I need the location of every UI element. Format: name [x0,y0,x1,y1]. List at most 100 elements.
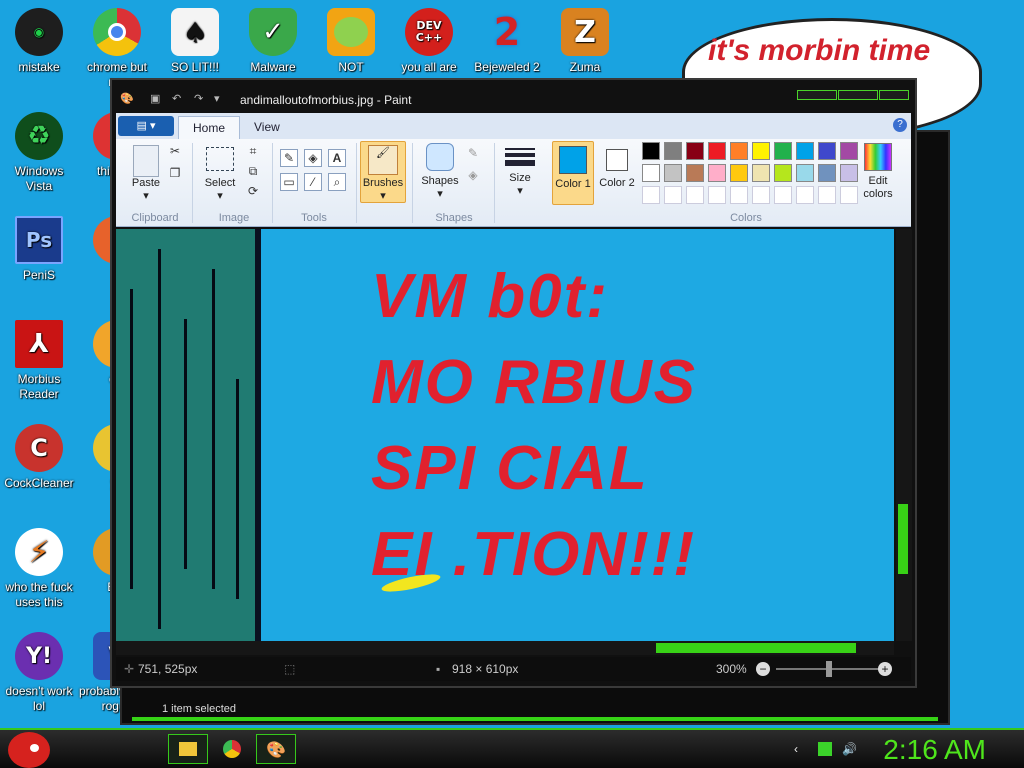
palette-swatch[interactable] [686,164,704,182]
palette-swatch[interactable] [840,186,858,204]
desktop-icon-cockcleaner[interactable]: C CockCleaner [0,424,78,491]
outline-icon[interactable]: ✎ [464,145,482,163]
magnifier-icon[interactable]: ⌕ [328,173,346,191]
cut-icon[interactable]: ✂ [166,143,184,161]
paint-menu-button[interactable]: ▤ ▾ [118,116,174,136]
image-dimensions: 918 × 610px [452,662,519,676]
desktop-icon-mistake[interactable]: ◉ mistake [0,8,78,75]
canvas-text-line-2: MO RBIUS [371,348,697,417]
palette-swatch[interactable] [752,186,770,204]
resize-icon[interactable]: ⧉ [244,163,262,181]
fill-bucket-icon[interactable]: ◈ [304,149,322,167]
desktop-icon-who-uses-this[interactable]: ⚡ who the fuck uses this [0,528,78,610]
tab-home[interactable]: Home [178,116,241,139]
show-hidden-icons[interactable]: ‹ [794,742,808,756]
taskbar-paint-button[interactable]: 🎨 [256,734,296,764]
desktop-icon-zuma[interactable]: Z Zuma [546,8,624,75]
paint-window[interactable]: 🎨 ▣ ↶ ↷ ▾ andimalloutofmorbius.jpg - Pai… [110,78,917,688]
color1-swatch [559,146,587,174]
start-button[interactable] [8,732,50,768]
palette-swatch[interactable] [642,142,660,160]
clock[interactable]: 2:16 AM [883,734,986,766]
palette-swatch[interactable] [664,164,682,182]
color2-button[interactable]: Color 2 [596,141,638,205]
palette-swatch[interactable] [686,142,704,160]
save-icon[interactable]: ▣ [150,92,164,106]
paste-button[interactable]: Paste ▾ [124,145,168,202]
paint-app-icon[interactable]: 🎨 [120,92,134,106]
palette-swatch[interactable] [664,186,682,204]
taskbar-explorer-button[interactable] [168,734,208,764]
color-picker-icon[interactable]: ⁄ [304,173,322,191]
palette-swatch[interactable] [664,142,682,160]
palette-swatch[interactable] [796,186,814,204]
desktop-icon-devcpp[interactable]: DEV C++ you all are [390,8,468,75]
palette-swatch[interactable] [774,186,792,204]
color1-button[interactable]: Color 1 [552,141,594,205]
zoom-in-button[interactable]: + [878,662,892,676]
rotate-icon[interactable]: ⟳ [244,183,262,201]
palette-swatch[interactable] [818,186,836,204]
paint-titlebar[interactable]: 🎨 ▣ ↶ ↷ ▾ andimalloutofmorbius.jpg - Pai… [112,80,915,112]
fill-icon[interactable]: ◈ [464,167,482,185]
desktop-icon-windows-vista[interactable]: ♻ Windows Vista [0,112,78,194]
palette-swatch[interactable] [796,142,814,160]
vertical-scrollbar-thumb[interactable] [898,504,908,574]
redo-icon[interactable]: ↷ [194,92,208,106]
palette-swatch[interactable] [796,164,814,182]
desktop-icon-not[interactable]: NOT [312,8,390,75]
vertical-scrollbar[interactable] [896,229,912,641]
palette-swatch[interactable] [752,164,770,182]
select-button[interactable]: Select ▾ [200,147,240,202]
desktop-icon-morbius-reader[interactable]: ⅄ Morbius Reader [0,320,78,402]
edit-colors-button[interactable]: Edit colors [858,143,898,201]
shapes-button[interactable]: Shapes ▾ [420,143,460,200]
tab-view[interactable]: View [240,116,294,139]
horizontal-scrollbar-thumb[interactable] [656,643,856,653]
palette-swatch[interactable] [730,164,748,182]
minimize-button[interactable] [797,90,837,100]
chrome-icon [223,740,241,758]
palette-swatch[interactable] [642,186,660,204]
volume-icon[interactable]: 🔊 [842,742,857,756]
desktop-icon-so-lit[interactable]: ♠ SO LIT!!! [156,8,234,75]
canvas-text-line-3: SPI CIAL [371,434,649,503]
desktop-icon-malware[interactable]: ✓ Malware [234,8,312,75]
undo-icon[interactable]: ↶ [172,92,186,106]
palette-swatch[interactable] [708,164,726,182]
zoom-out-button[interactable]: − [756,662,770,676]
eraser-icon[interactable]: ▭ [280,173,298,191]
brushes-button[interactable]: 🖌 Brushes ▾ [360,141,406,203]
text-tool-icon[interactable]: A [328,149,346,167]
desktop-icon-doesnt-work[interactable]: Y! doesn't work lol [0,632,78,714]
palette-swatch[interactable] [730,142,748,160]
copy-icon[interactable]: ❐ [166,165,184,183]
palette-swatch[interactable] [708,142,726,160]
zoom-slider-thumb[interactable] [826,661,832,677]
maximize-button[interactable] [838,90,878,100]
horizontal-scrollbar[interactable] [116,641,894,655]
taskbar-chrome-button[interactable] [212,734,252,764]
desktop-icon-label: Morbius Reader [17,372,61,401]
crop-icon[interactable]: ⌗ [244,143,262,161]
palette-swatch[interactable] [708,186,726,204]
palette-swatch[interactable] [752,142,770,160]
quick-access-dropdown-icon[interactable]: ▾ [214,92,228,106]
palette-swatch[interactable] [840,142,858,160]
close-button[interactable] [879,90,909,100]
palette-swatch[interactable] [774,142,792,160]
palette-swatch[interactable] [730,186,748,204]
desktop-icon-bejeweled[interactable]: 2 Bejeweled 2 [468,8,546,75]
palette-swatch[interactable] [642,164,660,182]
drawing-canvas[interactable]: VM b0t: MO RBIUS SPI CIAL EI .TION!!! [116,229,894,641]
palette-swatch[interactable] [818,164,836,182]
desktop-icon-penis[interactable]: Ps PeniS [0,216,78,283]
size-button[interactable]: Size ▾ [502,145,538,197]
palette-swatch[interactable] [774,164,792,182]
palette-swatch[interactable] [686,186,704,204]
palette-swatch[interactable] [840,164,858,182]
network-icon[interactable] [818,742,832,756]
pencil-icon[interactable]: ✎ [280,149,298,167]
palette-swatch[interactable] [818,142,836,160]
help-icon[interactable]: ? [893,118,907,132]
